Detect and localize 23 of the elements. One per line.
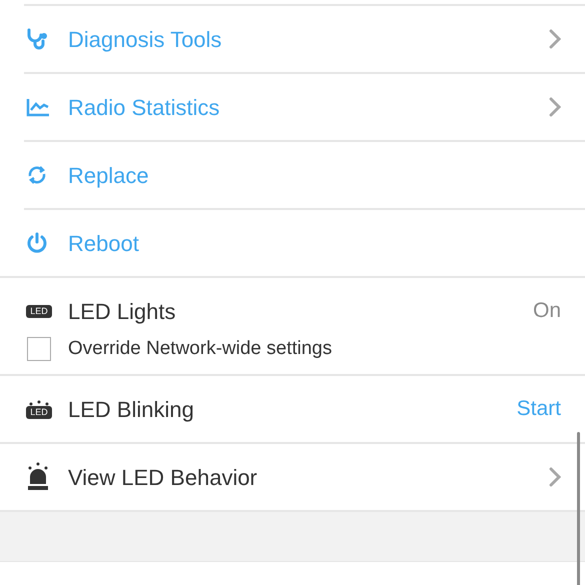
stethoscope-icon — [26, 28, 50, 50]
row-label: View LED Behavior — [68, 464, 258, 492]
row-label: Reboot — [68, 230, 140, 258]
siren-icon — [26, 462, 50, 492]
list-row[interactable]: Replace — [24, 142, 585, 208]
swap-arrows-icon — [26, 164, 48, 186]
list-row[interactable]: Diagnosis Tools — [24, 6, 585, 72]
row-label: Radio Statistics — [68, 94, 221, 122]
power-icon — [26, 232, 48, 254]
row-value: On — [532, 298, 561, 324]
line-chart-icon — [26, 97, 50, 117]
checkbox-label: Override Network-wide settings — [68, 336, 332, 361]
start-link[interactable]: Start — [516, 393, 561, 425]
list-row[interactable]: View LED Behavior — [0, 444, 585, 510]
list-row[interactable]: Reboot — [24, 210, 585, 276]
row-label: Diagnosis Tools — [68, 26, 223, 54]
led-badge: LED — [26, 304, 52, 318]
row-label: LED Lights — [68, 298, 177, 326]
row-label: Replace — [68, 162, 150, 190]
checkbox[interactable] — [27, 337, 51, 361]
list-row[interactable]: LED LED Blinking Start — [0, 376, 585, 442]
list-row[interactable]: Radio Statistics — [24, 74, 585, 140]
row-label: LED Blinking — [68, 396, 195, 424]
